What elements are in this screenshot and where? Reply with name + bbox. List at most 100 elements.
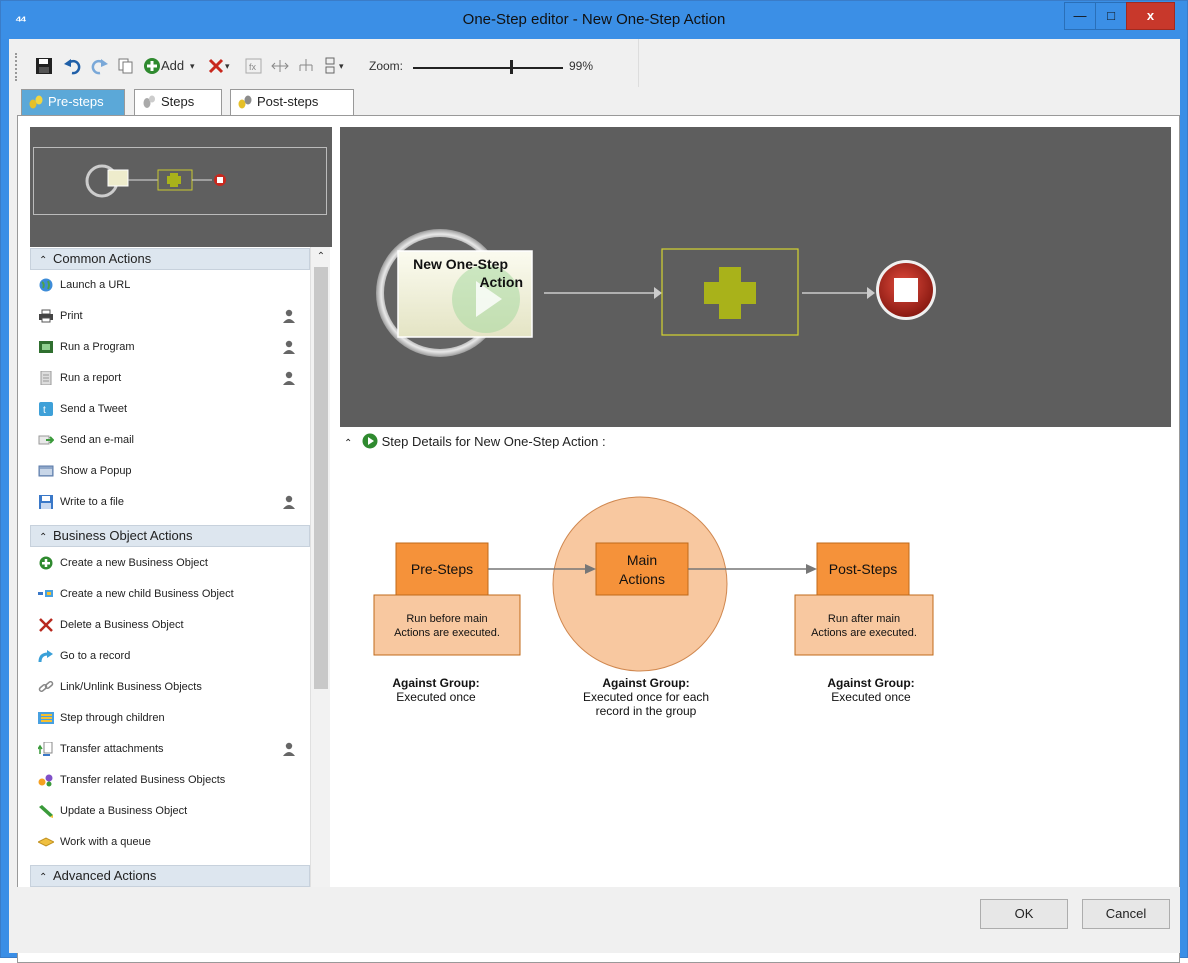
action-run-report[interactable]: Run a report <box>30 363 310 394</box>
step-details-panel: ⌃ Step Details for New One-Step Action :… <box>340 427 1171 927</box>
action-show-popup[interactable]: Show a Popup <box>30 456 310 487</box>
add-button-label[interactable]: Add <box>161 55 184 77</box>
overview-minimap[interactable] <box>30 127 332 247</box>
tab-label: Pre-steps <box>48 94 104 109</box>
formula-icon[interactable]: fx <box>245 57 263 75</box>
action-label: Launch a URL <box>60 279 131 291</box>
action-run-program[interactable]: Run a Program <box>30 332 310 363</box>
queue-icon <box>38 837 54 847</box>
twitter-icon: t <box>39 402 53 416</box>
redo-icon[interactable] <box>91 57 109 75</box>
action-create-child-business-object[interactable]: Create a new child Business Object <box>30 579 310 610</box>
section-business-object-actions[interactable]: ⌃ Business Object Actions <box>30 525 310 547</box>
title-bar[interactable]: ⁴⁴ One-Step editor - New One-Step Action… <box>1 1 1187 39</box>
action-update-business-object[interactable]: Update a Business Object <box>30 796 310 827</box>
child-object-icon <box>38 590 53 597</box>
action-send-email[interactable]: Send an e-mail <box>30 425 310 456</box>
action-label: Run a Program <box>60 341 135 353</box>
zoom-slider-track[interactable] <box>413 67 563 69</box>
maximize-button[interactable]: □ <box>1095 2 1127 30</box>
align-horizontal-icon[interactable] <box>271 57 289 75</box>
action-label: Work with a queue <box>60 836 151 848</box>
popup-icon <box>38 465 54 477</box>
action-work-with-queue[interactable]: Work with a queue <box>30 827 310 858</box>
tab-label: Steps <box>161 94 195 109</box>
action-label: Transfer attachments <box>60 743 164 755</box>
tab-label: Post-steps <box>257 94 319 109</box>
copy-icon[interactable] <box>117 57 135 75</box>
delete-icon[interactable] <box>207 57 225 75</box>
action-label: Run a report <box>60 372 122 384</box>
editor-panel: ⌃ Common Actions Launch a URL Print Run a… <box>17 115 1180 963</box>
section-common-actions[interactable]: ⌃ Common Actions <box>30 248 310 270</box>
delete-dropdown-icon[interactable]: ▾ <box>225 55 230 77</box>
close-button[interactable]: x <box>1126 2 1175 30</box>
action-label: Show a Popup <box>60 465 132 477</box>
action-go-to-record[interactable]: Go to a record <box>30 641 310 672</box>
workflow-canvas[interactable]: New One-Step Action <box>340 127 1171 427</box>
action-delete-business-object[interactable]: Delete a Business Object <box>30 610 310 641</box>
steps-footprint-icon <box>143 95 155 108</box>
action-label: Send an e-mail <box>60 434 134 446</box>
workflow-diagram: New One-Step Action <box>376 229 936 357</box>
start-node-label: New One-Step <box>413 256 508 272</box>
toolbar-grip[interactable] <box>15 53 18 81</box>
pre-steps-title: Pre-Steps <box>411 561 473 577</box>
action-launch-url[interactable]: Launch a URL <box>30 270 310 301</box>
tab-pre-steps[interactable]: Pre-steps <box>21 89 125 115</box>
save-icon[interactable] <box>35 57 53 75</box>
section-advanced-actions[interactable]: ⌃ Advanced Actions <box>30 865 310 887</box>
add-icon[interactable] <box>143 57 161 75</box>
window-title: One-Step editor - New One-Step Action <box>462 11 726 28</box>
post-steps-note-text: Run after main <box>828 613 900 625</box>
actions-scrollbar[interactable]: ⌃ ⌄ <box>310 247 330 900</box>
arrange-tree-icon[interactable] <box>297 57 315 75</box>
zoom-slider-thumb[interactable] <box>510 60 513 74</box>
action-link-unlink[interactable]: Link/Unlink Business Objects <box>30 672 310 703</box>
post-steps-against-value: Executed once <box>831 690 911 704</box>
client-area: Add ▾ ▾ fx ▾ Zoom: 99% Pre-steps Steps P… <box>9 39 1180 963</box>
action-label: Update a Business Object <box>60 805 188 817</box>
scroll-up-icon[interactable]: ⌃ <box>311 251 331 262</box>
transfer-attachment-icon <box>38 742 53 756</box>
tab-steps[interactable]: Steps <box>134 89 222 115</box>
main-actions-against-value-line2: record in the group <box>596 704 697 718</box>
action-send-tweet[interactable]: t Send a Tweet <box>30 394 310 425</box>
arrow-icon <box>654 287 662 299</box>
action-transfer-related[interactable]: Transfer related Business Objects <box>30 765 310 796</box>
action-step-through-children[interactable]: Step through children <box>30 703 310 734</box>
action-write-file[interactable]: Write to a file <box>30 487 310 518</box>
action-transfer-attachments[interactable]: Transfer attachments <box>30 734 310 765</box>
minimap-diagram <box>85 164 226 198</box>
main-actions-title-line2: Actions <box>619 571 665 587</box>
left-pane: ⌃ Common Actions Launch a URL Print Run a… <box>30 127 332 900</box>
ok-button[interactable]: OK <box>980 899 1068 929</box>
cancel-button[interactable]: Cancel <box>1082 899 1170 929</box>
action-label: Link/Unlink Business Objects <box>60 681 202 693</box>
add-dropdown-icon[interactable]: ▾ <box>190 55 195 77</box>
delete-x-icon <box>39 618 53 632</box>
stop-icon <box>894 278 918 302</box>
minimize-button[interactable]: — <box>1064 2 1096 30</box>
printer-icon <box>39 309 53 323</box>
action-print[interactable]: Print <box>30 301 310 332</box>
section-title: Advanced Actions <box>53 868 157 883</box>
undo-icon[interactable] <box>63 57 81 75</box>
arrow-icon <box>806 564 817 574</box>
action-label: Delete a Business Object <box>60 619 184 631</box>
action-label: Write to a file <box>60 496 124 508</box>
layout-dropdown-icon[interactable]: ▾ <box>339 55 344 77</box>
action-label: Go to a record <box>60 650 131 662</box>
scroll-thumb[interactable] <box>314 267 328 689</box>
goto-arrow-icon <box>38 650 53 663</box>
action-create-business-object[interactable]: Create a new Business Object <box>30 548 310 579</box>
pre-steps-footprint-icon <box>29 95 43 109</box>
user-icon <box>283 309 295 323</box>
toolbar: Add ▾ ▾ fx ▾ Zoom: 99% <box>9 39 639 87</box>
section-title: Business Object Actions <box>53 528 193 543</box>
tab-post-steps[interactable]: Post-steps <box>230 89 354 115</box>
zoom-value: 99% <box>569 59 594 73</box>
pencil-icon <box>39 805 53 818</box>
transfer-related-icon <box>38 774 53 787</box>
arrow-icon <box>867 287 875 299</box>
